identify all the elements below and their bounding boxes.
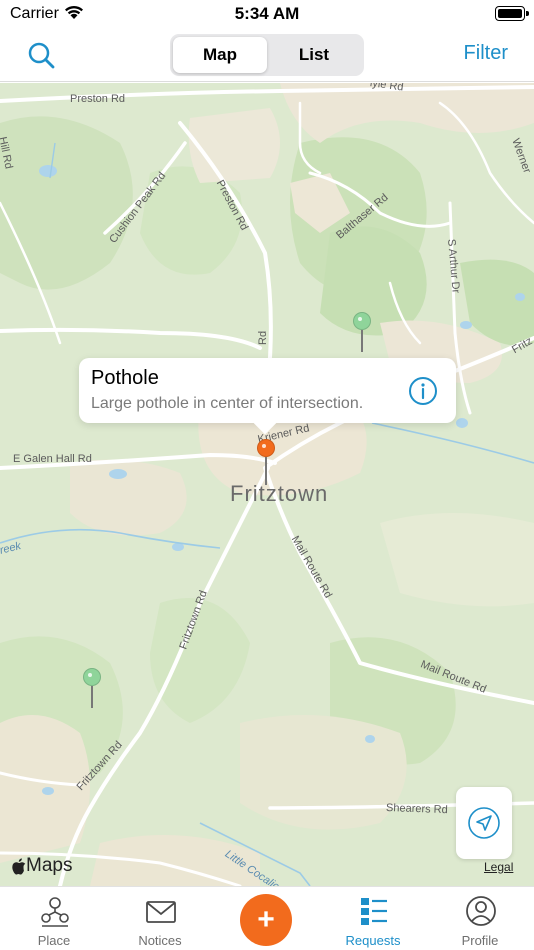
town-label: Fritztown <box>230 481 329 506</box>
road-label-preston-rd-north: Preston Rd <box>70 93 126 105</box>
envelope-icon <box>146 901 176 923</box>
tab-bar: Place Notices + Requests Profile <box>0 886 534 950</box>
road-label-shearers-rd: Shearers Rd <box>385 802 448 817</box>
filter-button[interactable]: Filter <box>464 42 508 65</box>
apple-logo-icon <box>12 857 26 875</box>
segment-list[interactable]: List <box>267 37 361 73</box>
current-location-button[interactable] <box>456 787 512 859</box>
maps-attribution: Maps <box>12 855 72 877</box>
place-icon <box>41 897 69 927</box>
tab-requests[interactable]: Requests <box>323 887 423 950</box>
tab-label-place: Place <box>37 933 71 948</box>
clock: 5:34 AM <box>234 4 300 23</box>
pin-callout[interactable]: Pothole Large pothole in center of inter… <box>79 358 456 423</box>
profile-icon <box>466 896 496 926</box>
info-icon[interactable] <box>408 376 438 406</box>
callout-title: Pothole <box>91 367 159 389</box>
pin-stem <box>361 330 363 352</box>
segment-map[interactable]: Map <box>173 37 267 73</box>
status-bar: Carrier 5:34 AM <box>0 0 534 30</box>
pin-head <box>257 439 275 457</box>
map-pin-selected[interactable] <box>257 439 277 485</box>
add-request-button[interactable]: + <box>240 894 292 946</box>
callout-subtitle: Large pothole in center of intersection. <box>91 395 364 412</box>
road-label-e-galen-hall-rd: E Galen Hall Rd <box>13 453 92 465</box>
tab-label-requests: Requests <box>345 933 401 948</box>
road-label-rd: Rd <box>257 330 269 345</box>
tab-profile[interactable]: Profile <box>430 887 530 950</box>
location-arrow-icon <box>468 807 500 839</box>
pin-head <box>353 312 371 330</box>
requests-list-icon <box>361 898 387 925</box>
map-view[interactable]: Preston Rd Preston Rd Hill Rd Cushion Pe… <box>0 83 534 886</box>
map-pin-request[interactable] <box>83 668 103 708</box>
pin-stem <box>91 686 93 708</box>
map-pin-request[interactable] <box>353 312 373 352</box>
maps-attribution-label: Maps <box>26 855 73 876</box>
tab-label-notices: Notices <box>138 933 182 948</box>
pin-stem <box>265 457 267 485</box>
map-list-segmented-control: Map List <box>170 34 364 76</box>
pin-head <box>83 668 101 686</box>
tab-label-profile: Profile <box>461 933 499 948</box>
search-icon[interactable] <box>26 40 58 72</box>
plus-icon: + <box>257 903 275 936</box>
nav-bar: Map List Filter <box>0 30 534 82</box>
tab-notices[interactable]: Notices <box>110 887 210 950</box>
legal-link[interactable]: Legal <box>484 860 513 874</box>
battery-icon <box>495 6 529 21</box>
tab-place[interactable]: Place <box>4 887 104 950</box>
